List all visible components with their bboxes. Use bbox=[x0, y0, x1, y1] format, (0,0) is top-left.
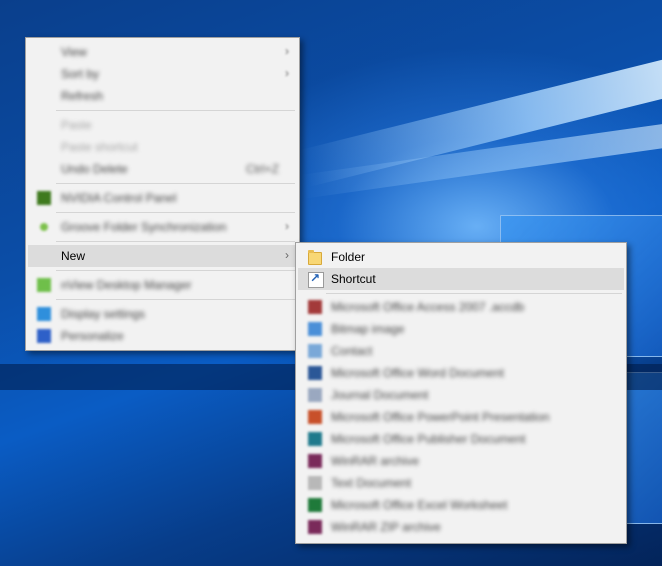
menu-separator bbox=[56, 299, 295, 300]
menu-item-refresh[interactable]: Refresh bbox=[28, 85, 297, 107]
shortcut-icon bbox=[308, 271, 324, 288]
display-icon bbox=[37, 307, 51, 321]
menu-separator bbox=[56, 270, 295, 271]
menu-item-groove-folder-sync[interactable]: Groove Folder Synchronization › bbox=[28, 216, 297, 238]
menu-item-nvidia-control-panel[interactable]: NVIDIA Control Panel bbox=[28, 187, 297, 209]
submenu-item-word[interactable]: Microsoft Office Word Document bbox=[298, 362, 624, 384]
submenu-item-journal[interactable]: Journal Document bbox=[298, 384, 624, 406]
contact-icon bbox=[308, 344, 322, 358]
submenu-item-text-document[interactable]: Text Document bbox=[298, 472, 624, 494]
menu-item-nview-desktop-manager[interactable]: nView Desktop Manager bbox=[28, 274, 297, 296]
winrar-zip-icon bbox=[308, 520, 322, 534]
submenu-item-winrar[interactable]: WinRAR archive bbox=[298, 450, 624, 472]
chevron-right-icon: › bbox=[285, 44, 289, 58]
chevron-right-icon: › bbox=[285, 219, 289, 233]
submenu-item-winrar-zip[interactable]: WinRAR ZIP archive bbox=[298, 516, 624, 538]
menu-item-label: NVIDIA Control Panel bbox=[61, 191, 177, 205]
menu-item-paste[interactable]: Paste bbox=[28, 114, 297, 136]
desktop-context-menu: View › Sort by › Refresh Paste Paste sho… bbox=[25, 37, 300, 351]
menu-item-label: Undo Delete bbox=[61, 162, 128, 176]
submenu-item-label: Folder bbox=[331, 250, 366, 264]
menu-separator bbox=[56, 212, 295, 213]
menu-item-label: nView Desktop Manager bbox=[61, 278, 192, 292]
submenu-item-access[interactable]: Microsoft Office Access 2007 .accdb bbox=[298, 296, 624, 318]
menu-item-label: View bbox=[61, 45, 87, 59]
menu-item-personalize[interactable]: Personalize bbox=[28, 325, 297, 347]
menu-item-view[interactable]: View › bbox=[28, 41, 297, 63]
submenu-item-label: Bitmap image bbox=[331, 322, 405, 336]
publisher-icon bbox=[308, 432, 322, 446]
menu-item-label: Groove Folder Synchronization bbox=[61, 220, 227, 234]
menu-item-label: Sort by bbox=[61, 67, 100, 81]
submenu-item-label: Microsoft Office Excel Worksheet bbox=[331, 498, 508, 512]
chevron-right-icon: › bbox=[285, 248, 289, 262]
new-submenu: Folder Shortcut Microsoft Office Access … bbox=[295, 242, 627, 544]
submenu-item-label: Shortcut bbox=[331, 272, 376, 286]
personalize-icon bbox=[37, 329, 51, 343]
menu-separator bbox=[326, 293, 622, 294]
submenu-item-publisher[interactable]: Microsoft Office Publisher Document bbox=[298, 428, 624, 450]
folder-icon bbox=[308, 250, 322, 265]
menu-item-paste-shortcut[interactable]: Paste shortcut bbox=[28, 136, 297, 158]
menu-item-sort-by[interactable]: Sort by › bbox=[28, 63, 297, 85]
menu-item-label: Paste shortcut bbox=[61, 140, 138, 154]
chevron-right-icon: › bbox=[285, 66, 289, 80]
menu-item-label: New bbox=[61, 249, 86, 263]
submenu-item-shortcut[interactable]: Shortcut bbox=[298, 268, 624, 290]
menu-item-label: Personalize bbox=[61, 329, 124, 343]
menu-separator bbox=[56, 241, 295, 242]
menu-item-new[interactable]: New › bbox=[28, 245, 297, 267]
menu-item-label: Display settings bbox=[61, 307, 146, 321]
submenu-item-label: Text Document bbox=[331, 476, 412, 490]
menu-separator bbox=[56, 110, 295, 111]
powerpoint-icon bbox=[308, 410, 322, 424]
word-icon bbox=[308, 366, 322, 380]
menu-item-display-settings[interactable]: Display settings bbox=[28, 303, 297, 325]
menu-separator bbox=[56, 183, 295, 184]
groove-icon bbox=[40, 223, 48, 231]
submenu-item-label: Journal Document bbox=[331, 388, 429, 402]
excel-icon bbox=[308, 498, 322, 512]
submenu-item-excel[interactable]: Microsoft Office Excel Worksheet bbox=[298, 494, 624, 516]
submenu-item-label: Microsoft Office Publisher Document bbox=[331, 432, 526, 446]
submenu-item-label: Microsoft Office PowerPoint Presentation bbox=[331, 410, 550, 424]
bitmap-icon bbox=[308, 322, 322, 336]
menu-item-shortcut: Ctrl+Z bbox=[246, 162, 279, 176]
text-icon bbox=[308, 476, 322, 490]
menu-item-label: Refresh bbox=[61, 89, 104, 103]
submenu-item-label: WinRAR ZIP archive bbox=[331, 520, 441, 534]
submenu-item-bitmap[interactable]: Bitmap image bbox=[298, 318, 624, 340]
menu-item-undo-delete[interactable]: Undo Delete Ctrl+Z bbox=[28, 158, 297, 180]
submenu-item-label: Contact bbox=[331, 344, 373, 358]
nview-icon bbox=[37, 278, 51, 292]
submenu-item-folder[interactable]: Folder bbox=[298, 246, 624, 268]
submenu-item-powerpoint[interactable]: Microsoft Office PowerPoint Presentation bbox=[298, 406, 624, 428]
submenu-item-label: WinRAR archive bbox=[331, 454, 420, 468]
winrar-icon bbox=[308, 454, 322, 468]
access-icon bbox=[308, 300, 322, 314]
nvidia-icon bbox=[37, 191, 51, 205]
menu-item-label: Paste bbox=[61, 118, 92, 132]
submenu-item-label: Microsoft Office Word Document bbox=[331, 366, 504, 380]
submenu-item-label: Microsoft Office Access 2007 .accdb bbox=[331, 300, 525, 314]
submenu-item-contact[interactable]: Contact bbox=[298, 340, 624, 362]
journal-icon bbox=[308, 388, 322, 402]
